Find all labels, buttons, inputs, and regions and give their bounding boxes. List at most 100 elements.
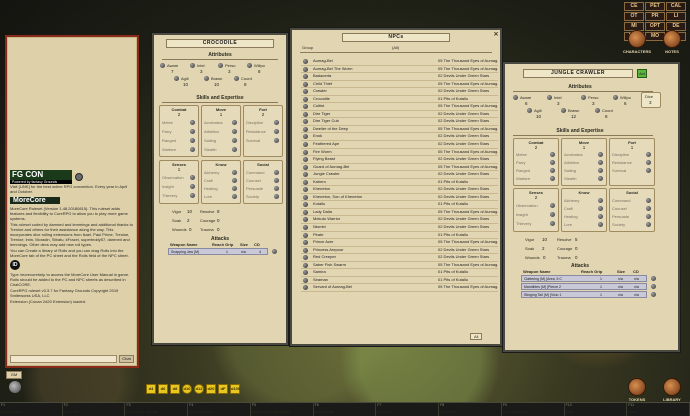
- roll-brawn-icon[interactable]: [561, 108, 566, 113]
- attack-row[interactable]: Snapping Jaw (M) 1 n/a 4: [168, 248, 268, 255]
- roll-brawn-icon[interactable]: [204, 76, 209, 81]
- npc-list-item[interactable]: Cultist 05 The Thousand Eyes of Aumag-Bel: [301, 103, 498, 111]
- roll-skill-icon[interactable]: [274, 129, 279, 134]
- roll-skill-icon[interactable]: [646, 152, 651, 157]
- roll-skill-icon[interactable]: [646, 160, 651, 165]
- npc-link-icon[interactable]: [303, 89, 308, 95]
- npc-list-item[interactable]: Samira 01 Pits of Kutallu: [301, 269, 498, 277]
- roll-skill-icon[interactable]: [646, 214, 651, 219]
- attack-row[interactable]: Mandibles (M) [Pierce 2 1 n/a n/a: [521, 283, 647, 290]
- close-icon[interactable]: ✕: [492, 32, 500, 40]
- roll-skill-icon[interactable]: [598, 152, 603, 157]
- roll-skill-icon[interactable]: [550, 152, 555, 157]
- roll-skill-icon[interactable]: [190, 129, 195, 134]
- npc-link-icon[interactable]: [303, 285, 308, 291]
- hotkey-slot[interactable]: F2 Doom Pit: [63, 403, 126, 416]
- npc-link-icon[interactable]: [303, 247, 308, 253]
- attack-row[interactable]: Stinging Tail (M) [Vicio 1 1 n/a n/a: [521, 291, 647, 298]
- soak-value[interactable]: 2: [542, 246, 545, 251]
- roll-skill-icon[interactable]: [598, 176, 603, 181]
- d20-die[interactable]: d20: [206, 384, 216, 394]
- attr-willpo-value[interactable]: 6: [624, 101, 627, 106]
- d6-die[interactable]: d6: [158, 384, 168, 394]
- npc-link-icon[interactable]: [303, 96, 308, 102]
- library-button[interactable]: LIBRARY: [655, 378, 689, 402]
- npc-list-item[interactable]: Flying Beast 02 Devils Under Green Stars: [301, 156, 498, 164]
- tool-button[interactable]: PET: [645, 2, 665, 11]
- gm-portrait[interactable]: [9, 381, 21, 393]
- fgcon-link-button[interactable]: [75, 173, 83, 181]
- npc-list-item[interactable]: Dire Tiger 02 Devils Under Green Stars: [301, 111, 498, 119]
- roll-skill-icon[interactable]: [274, 186, 279, 191]
- group-filter-select[interactable]: (All): [392, 45, 399, 50]
- npc-link-icon[interactable]: [303, 172, 308, 178]
- roll-willpo-icon[interactable]: [247, 63, 252, 68]
- dice-value[interactable]: 3: [649, 100, 652, 105]
- roll-skill-icon[interactable]: [550, 203, 555, 208]
- tokens-button[interactable]: TOKENS: [620, 378, 654, 402]
- npc-link-icon[interactable]: [303, 187, 308, 193]
- attr-brawn-value[interactable]: 10: [214, 82, 219, 87]
- vigor-value[interactable]: 10: [187, 209, 192, 214]
- npc-list-item[interactable]: Ntombi 02 Devils Under Green Stars: [301, 224, 498, 232]
- npc-list-item[interactable]: Servant of Aumag-Bel 05 The Thousand Eyes…: [301, 284, 498, 292]
- roll-skill-icon[interactable]: [190, 120, 195, 125]
- tool-button[interactable]: OT: [624, 12, 644, 21]
- chat-input[interactable]: [10, 355, 117, 363]
- resolve-value[interactable]: 8: [217, 209, 220, 214]
- chat-log[interactable]: FG CON Powered by fantasy Grounds Visit …: [10, 40, 134, 352]
- npc-list-item[interactable]: Princess Arepour 02 Devils Under Green St…: [301, 247, 498, 255]
- npc-list-item[interactable]: Kutallu 01 Pits of Kutallu: [301, 201, 498, 209]
- attr-brawn-value[interactable]: 12: [571, 114, 576, 119]
- tool-button[interactable]: PR: [645, 12, 665, 21]
- roll-aware-icon[interactable]: [160, 63, 165, 68]
- npc-link-icon[interactable]: [303, 217, 308, 223]
- hotkey-slot[interactable]: F8 Doom Pit: [439, 403, 502, 416]
- npc-link-icon[interactable]: [303, 262, 308, 268]
- npc-link-icon[interactable]: [303, 104, 308, 110]
- npc-link-icon[interactable]: [303, 194, 308, 200]
- attr-intel-value[interactable]: 3: [200, 69, 203, 74]
- notes-button[interactable]: NOTES: [655, 30, 689, 54]
- roll-skill-icon[interactable]: [550, 176, 555, 181]
- soak-value[interactable]: 2: [187, 218, 190, 223]
- roll-skill-icon[interactable]: [232, 129, 237, 134]
- characters-button[interactable]: CHARACTERS: [620, 30, 654, 54]
- roll-skill-icon[interactable]: [190, 184, 195, 189]
- roll-skill-icon[interactable]: [646, 198, 651, 203]
- attr-agili-value[interactable]: 10: [183, 82, 188, 87]
- roll-skill-icon[interactable]: [190, 175, 195, 180]
- roll-skill-icon[interactable]: [274, 120, 279, 125]
- npc-list-item[interactable]: Kheneton, Son of Kheneton 02 Devils Under…: [301, 194, 498, 202]
- npc-link-icon[interactable]: [303, 270, 308, 276]
- roll-skill-icon[interactable]: [274, 138, 279, 143]
- roll-skill-icon[interactable]: [550, 221, 555, 226]
- roll-coord-icon[interactable]: [234, 76, 239, 81]
- wounds-value[interactable]: 0: [189, 227, 192, 232]
- roll-skill-icon[interactable]: [232, 120, 237, 125]
- courage-value[interactable]: 0: [575, 246, 578, 251]
- tool-button[interactable]: LI: [666, 12, 686, 21]
- npc-link-icon[interactable]: [303, 232, 308, 238]
- active-badge[interactable]: Act: [637, 69, 647, 78]
- npc-list-item[interactable]: Mekutu Warrior 02 Devils Under Green Star…: [301, 216, 498, 225]
- roll-skill-icon[interactable]: [190, 147, 195, 152]
- hotkey-slot[interactable]: F10/clear: [565, 403, 628, 416]
- vigor-value[interactable]: 10: [542, 237, 547, 242]
- npc-link-icon[interactable]: [303, 240, 308, 246]
- roll-attack-icon[interactable]: [651, 276, 656, 281]
- roll-skill-icon[interactable]: [232, 194, 237, 199]
- attr-aware-value[interactable]: 6: [525, 101, 528, 106]
- npc-list-item[interactable]: Dire Tiger Cub 02 Devils Under Green Star…: [301, 118, 498, 126]
- roll-skill-icon[interactable]: [598, 206, 603, 211]
- attack-row[interactable]: Clattering (M) [Area, 5 C 1 n/a n/a: [521, 275, 647, 282]
- npc-list-item[interactable]: Crawler 02 Devils Under Green Stars: [301, 88, 498, 96]
- npc-list-item[interactable]: Crocodile 01 Pits of Kutallu: [301, 96, 498, 104]
- npc-list-item[interactable]: Saber Fish Swarm 05 The Thousand Eyes of …: [301, 262, 498, 270]
- tool-button[interactable]: CAL: [666, 2, 686, 11]
- d4-die[interactable]: d4: [146, 384, 156, 394]
- roll-skill-icon[interactable]: [232, 147, 237, 152]
- roll-skill-icon[interactable]: [646, 222, 651, 227]
- roll-skill-icon[interactable]: [232, 138, 237, 143]
- attr-coord-value[interactable]: 8: [244, 82, 247, 87]
